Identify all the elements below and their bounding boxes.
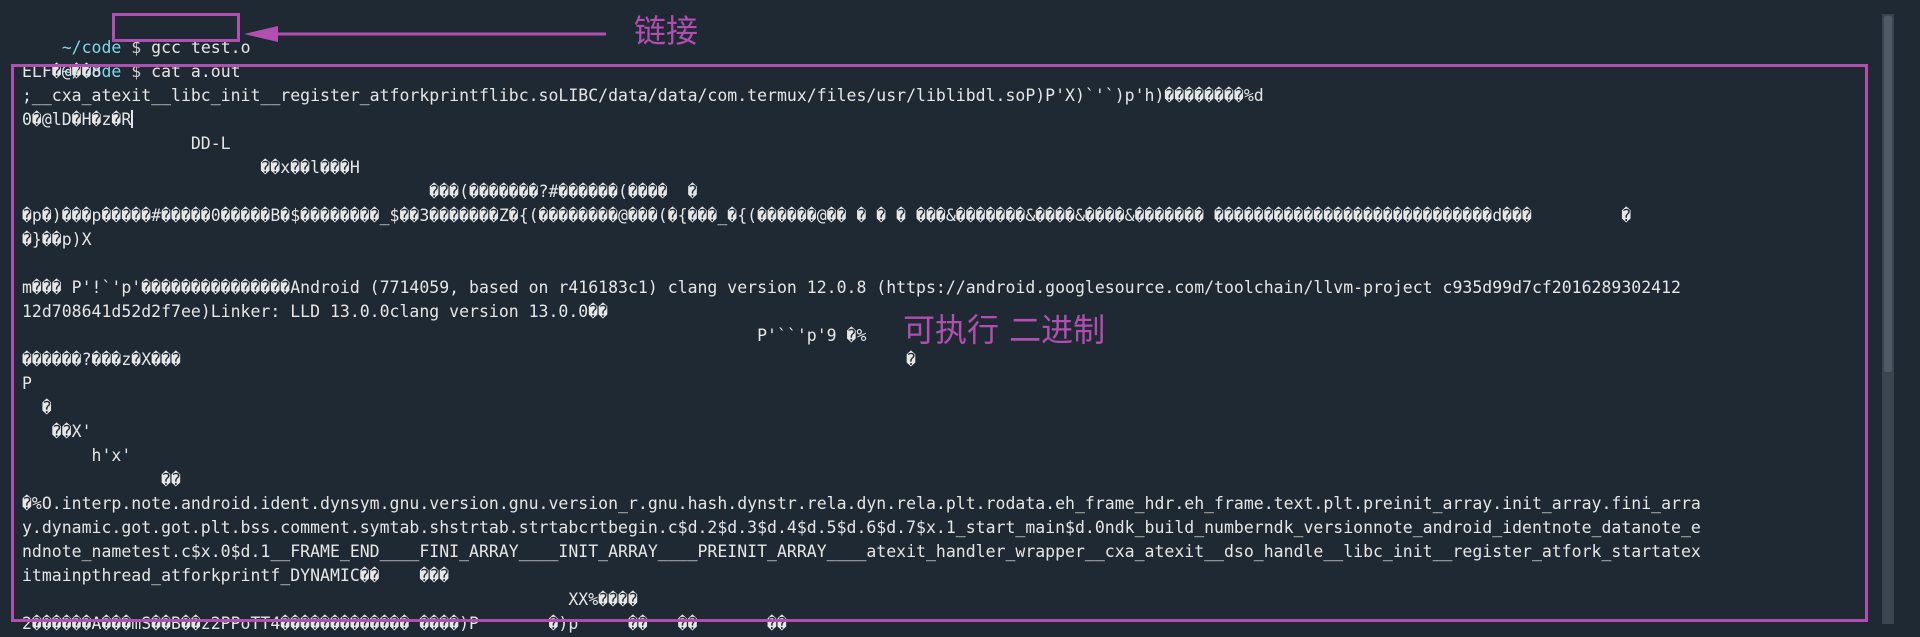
command-highlight-box bbox=[112, 13, 240, 42]
scrollbar-thumb[interactable] bbox=[1884, 16, 1892, 372]
annotation-executable-binary: 可执行 二进制 bbox=[903, 311, 1106, 349]
arrow-left-icon bbox=[244, 26, 606, 42]
terminal-window[interactable]: ~/code $ gcc test.o ~/code $ cat a.out E… bbox=[0, 0, 1920, 637]
annotation-link: 链接 bbox=[634, 12, 699, 50]
